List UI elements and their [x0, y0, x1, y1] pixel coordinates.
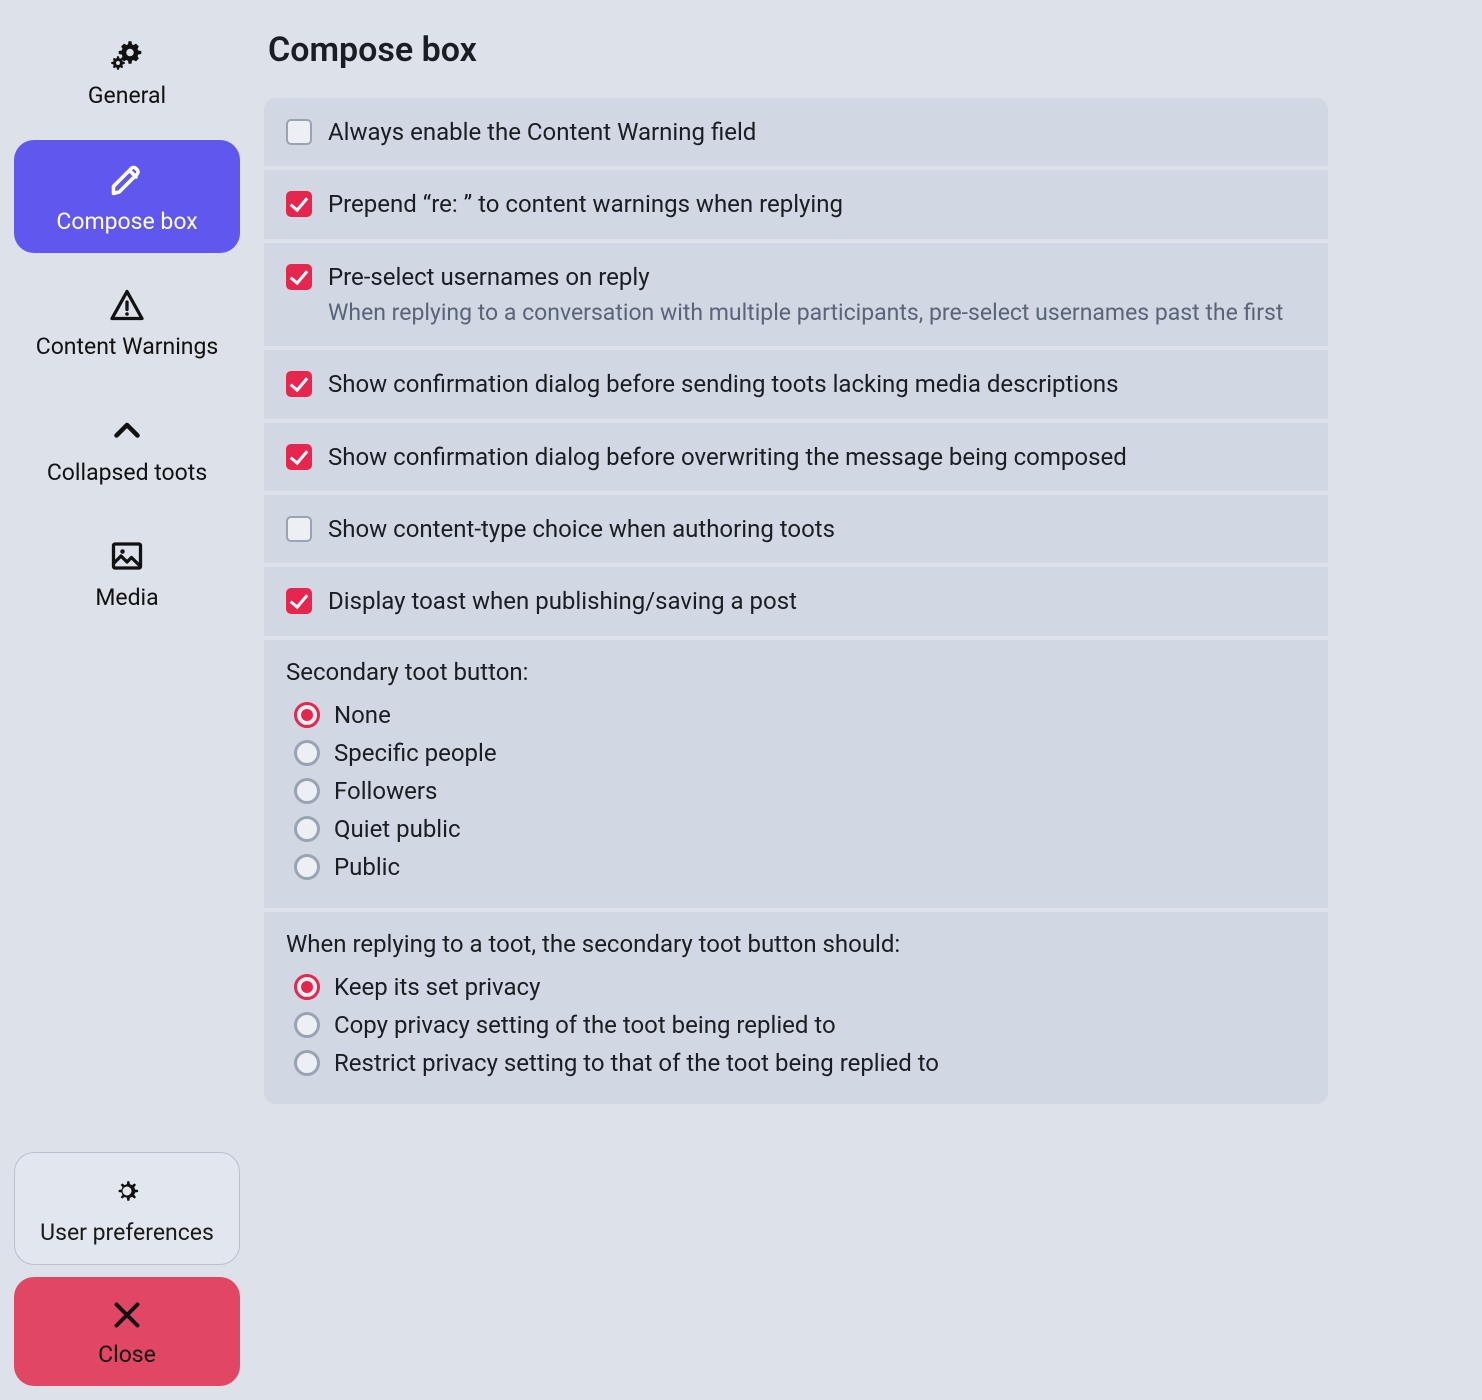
sidebar-item-compose[interactable]: Compose box — [14, 140, 240, 254]
radio-label: Specific people — [334, 739, 497, 767]
checkbox[interactable] — [286, 516, 312, 542]
radio[interactable] — [294, 1050, 320, 1076]
image-icon — [109, 538, 145, 574]
group-title: When replying to a toot, the secondary t… — [286, 930, 1306, 958]
radio-label: Public — [334, 853, 400, 881]
option-confirm-no-media-desc[interactable]: Show confirmation dialog before sending … — [264, 350, 1328, 422]
radio[interactable] — [294, 816, 320, 842]
sidebar-nav: General Compose box Content Warnings Col… — [14, 14, 240, 1140]
sidebar-item-content-warnings[interactable]: Content Warnings — [14, 265, 240, 379]
close-icon — [109, 1297, 145, 1333]
option-description: When replying to a conversation with mul… — [328, 297, 1306, 328]
radio-label: Copy privacy setting of the toot being r… — [334, 1011, 836, 1039]
gears-icon — [109, 36, 145, 72]
radio-label: Followers — [334, 777, 437, 805]
gear-icon — [109, 1173, 145, 1209]
pencil-icon — [109, 162, 145, 198]
group-title: Secondary toot button: — [286, 658, 1306, 686]
close-label: Close — [98, 1341, 156, 1368]
option-label: Always enable the Content Warning field — [328, 116, 1306, 148]
option-label: Pre-select usernames on reply — [328, 261, 1306, 293]
reply-privacy-group: When replying to a toot, the secondary t… — [264, 912, 1328, 1104]
option-label: Prepend “re: ” to content warnings when … — [328, 188, 1306, 220]
sidebar: General Compose box Content Warnings Col… — [14, 14, 240, 1386]
checkbox[interactable] — [286, 264, 312, 290]
sidebar-item-label: General — [88, 82, 166, 110]
radio-option-keep[interactable]: Keep its set privacy — [286, 968, 1306, 1006]
radio-option-none[interactable]: None — [286, 696, 1306, 734]
radio[interactable] — [294, 974, 320, 1000]
checkbox[interactable] — [286, 191, 312, 217]
option-preselect-usernames[interactable]: Pre-select usernames on reply When reply… — [264, 243, 1328, 350]
radio[interactable] — [294, 1012, 320, 1038]
warning-icon — [109, 287, 145, 323]
page-title: Compose box — [268, 30, 1328, 70]
sidebar-item-label: Compose box — [56, 208, 197, 236]
sidebar-item-general[interactable]: General — [14, 14, 240, 128]
radio-option-restrict[interactable]: Restrict privacy setting to that of the … — [286, 1044, 1306, 1082]
checkbox[interactable] — [286, 371, 312, 397]
radio-option-followers[interactable]: Followers — [286, 772, 1306, 810]
radio[interactable] — [294, 702, 320, 728]
option-display-toast[interactable]: Display toast when publishing/saving a p… — [264, 567, 1328, 639]
sidebar-item-label: Content Warnings — [36, 333, 219, 361]
option-confirm-overwrite[interactable]: Show confirmation dialog before overwrit… — [264, 423, 1328, 495]
radio-option-quiet[interactable]: Quiet public — [286, 810, 1306, 848]
radio-list: Keep its set privacy Copy privacy setting… — [286, 968, 1306, 1082]
radio-option-public[interactable]: Public — [286, 848, 1306, 886]
checkbox[interactable] — [286, 588, 312, 614]
chevron-up-icon — [109, 413, 145, 449]
radio[interactable] — [294, 740, 320, 766]
radio-label: Restrict privacy setting to that of the … — [334, 1049, 939, 1077]
radio-list: None Specific people Followers Quiet public… — [286, 696, 1306, 886]
sidebar-item-label: Media — [95, 584, 158, 612]
option-label: Show confirmation dialog before sending … — [328, 368, 1306, 400]
sidebar-item-media[interactable]: Media — [14, 516, 240, 630]
option-content-type-choice[interactable]: Show content-type choice when authoring … — [264, 495, 1328, 567]
option-always-cw[interactable]: Always enable the Content Warning field — [264, 98, 1328, 170]
settings-panel: Always enable the Content Warning field … — [264, 98, 1328, 1104]
main-content: Compose box Always enable the Content Wa… — [264, 14, 1468, 1386]
option-prepend-re[interactable]: Prepend “re: ” to content warnings when … — [264, 170, 1328, 242]
sidebar-item-label: Collapsed toots — [47, 459, 207, 487]
option-label: Show content-type choice when authoring … — [328, 513, 1306, 545]
radio-option-specific[interactable]: Specific people — [286, 734, 1306, 772]
sidebar-item-collapsed-toots[interactable]: Collapsed toots — [14, 391, 240, 505]
radio-label: Keep its set privacy — [334, 973, 540, 1001]
option-label: Show confirmation dialog before overwrit… — [328, 441, 1306, 473]
close-button[interactable]: Close — [14, 1277, 240, 1386]
user-preferences-label: User preferences — [40, 1219, 214, 1246]
radio[interactable] — [294, 778, 320, 804]
radio-label: Quiet public — [334, 815, 461, 843]
checkbox[interactable] — [286, 119, 312, 145]
option-label: Display toast when publishing/saving a p… — [328, 585, 1306, 617]
secondary-toot-button-group: Secondary toot button: None Specific peop… — [264, 640, 1328, 912]
radio-option-copy[interactable]: Copy privacy setting of the toot being r… — [286, 1006, 1306, 1044]
user-preferences-button[interactable]: User preferences — [14, 1152, 240, 1265]
radio-label: None — [334, 701, 391, 729]
radio[interactable] — [294, 854, 320, 880]
checkbox[interactable] — [286, 444, 312, 470]
